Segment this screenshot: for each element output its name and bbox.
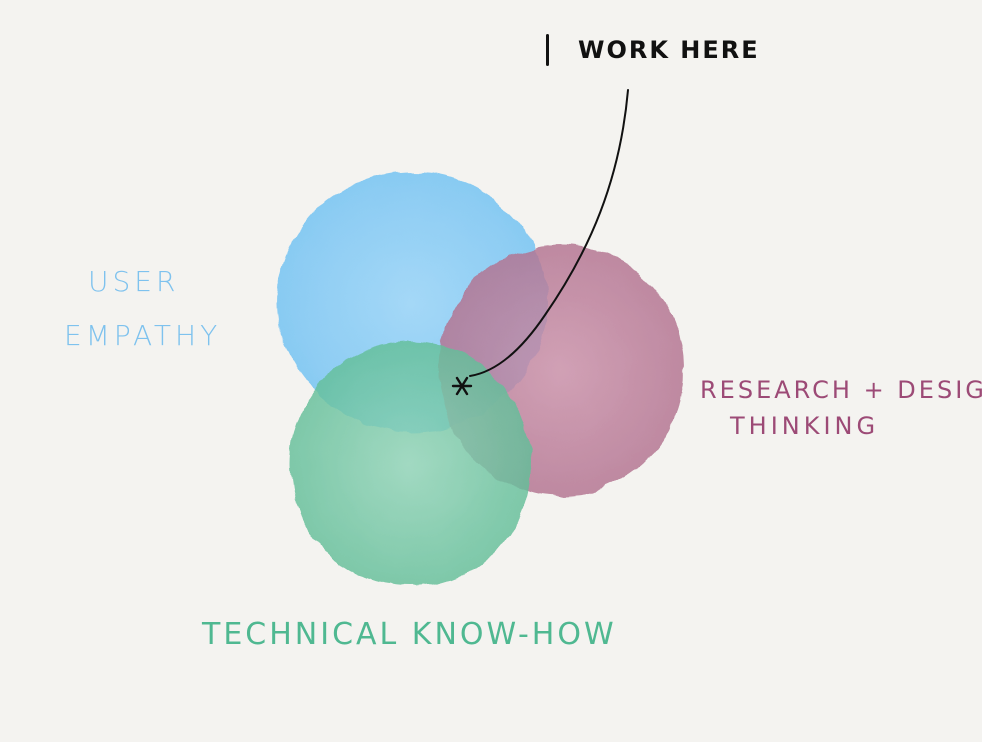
- set-label-user-empathy-line2: EMPATHY: [64, 319, 222, 352]
- set-label-research-design-line2: THINKING: [730, 412, 880, 440]
- annotation-tick-mark: [546, 34, 549, 66]
- set-circle-technical: [290, 341, 530, 587]
- set-label-user-empathy-line1: USER: [88, 265, 180, 298]
- set-label-research-design-line1: RESEARCH + DESIGN: [700, 376, 982, 404]
- set-label-technical: TECHNICAL KNOW-HOW: [202, 617, 617, 652]
- venn-diagram-canvas: WORK HERE USER EMPATHY RESEARCH + DESIGN…: [0, 0, 982, 742]
- annotation-label: WORK HERE: [578, 36, 760, 64]
